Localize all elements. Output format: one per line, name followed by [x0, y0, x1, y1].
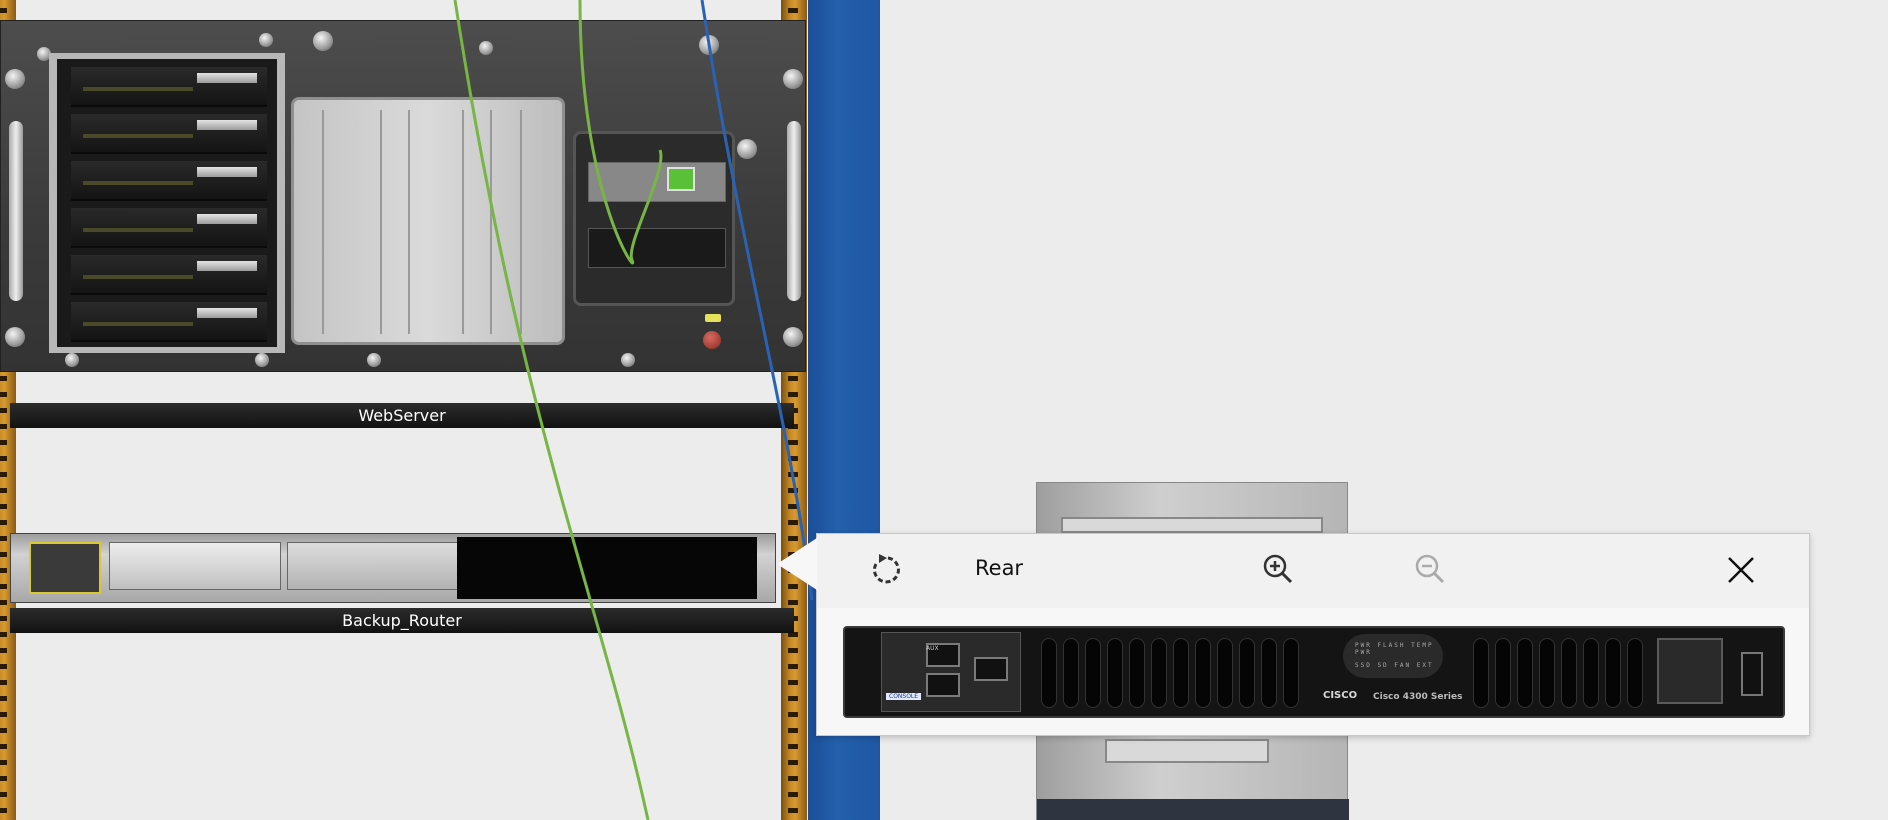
screw	[259, 33, 273, 47]
power-button[interactable]	[703, 331, 721, 349]
status-led	[705, 314, 721, 322]
close-icon[interactable]	[1721, 550, 1761, 590]
popup-pointer	[777, 538, 817, 590]
zoom-in-icon[interactable]	[1259, 550, 1299, 590]
led-labels-top: PWR FLASH TEMP PWR	[1355, 642, 1434, 656]
power-switch[interactable]	[1741, 652, 1763, 696]
screw	[313, 31, 333, 51]
chassis-handle-right	[787, 121, 801, 301]
vent-grille	[1041, 638, 1299, 708]
hard-drive[interactable]	[71, 255, 267, 295]
drive-cage	[49, 53, 285, 353]
view-label: Rear	[975, 556, 1024, 580]
power-inlet[interactable]	[1657, 638, 1723, 704]
zoom-out-icon[interactable]	[1411, 550, 1451, 590]
console-port[interactable]	[926, 673, 960, 697]
model-label: Cisco 4300 Series	[1373, 692, 1463, 702]
screw	[65, 353, 79, 367]
vent-grille	[1473, 638, 1643, 708]
ethernet-port[interactable]	[667, 167, 695, 191]
device-label-webserver: WebServer	[10, 403, 794, 428]
screw	[783, 69, 803, 89]
empty-slot	[588, 228, 726, 268]
device-base	[1037, 799, 1349, 820]
router-module-slot[interactable]	[287, 542, 459, 590]
led-labels-bottom: SSD SD FAN EXT	[1355, 662, 1434, 669]
drive-slot	[1105, 739, 1269, 763]
screw	[479, 41, 493, 55]
popup-toolbar: Rear	[817, 534, 1809, 608]
hard-drive[interactable]	[71, 302, 267, 342]
router-port-module[interactable]	[29, 542, 101, 594]
aux-label: AUX	[926, 645, 939, 652]
chassis-handle-left	[9, 121, 23, 301]
rotate-icon[interactable]	[865, 550, 905, 590]
backup-router-device[interactable]	[10, 533, 776, 603]
screw	[737, 139, 757, 159]
webserver-device[interactable]	[0, 20, 806, 372]
io-port-block: AUX CONSOLE	[881, 632, 1021, 712]
hard-drive[interactable]	[71, 114, 267, 154]
hard-drive[interactable]	[71, 67, 267, 107]
screw	[367, 353, 381, 367]
ethernet-port[interactable]	[974, 657, 1008, 681]
screw	[5, 327, 25, 347]
screw	[255, 353, 269, 367]
screw	[621, 353, 635, 367]
screw	[783, 327, 803, 347]
network-card-slot	[573, 131, 735, 306]
hard-drive[interactable]	[71, 208, 267, 248]
screw	[5, 69, 25, 89]
drive-slot	[1061, 517, 1323, 533]
console-label: CONSOLE	[886, 693, 922, 700]
status-led-panel: PWR FLASH TEMP PWR SSD SD FAN EXT	[1343, 634, 1443, 678]
hard-drive[interactable]	[71, 161, 267, 201]
router-module-slot[interactable]	[109, 542, 281, 590]
device-label-backup-router: Backup_Router	[10, 608, 794, 633]
nic-plate	[588, 162, 726, 202]
router-blank-panel	[457, 537, 757, 599]
router-rear-panel: AUX CONSOLE PWR FLASH TEMP PWR SSD SD FA…	[843, 626, 1785, 718]
brand-logo: CISCO	[1323, 690, 1358, 701]
screw	[699, 35, 719, 55]
device-view-popup: Rear AUX CONSOLE PWR FLASH TEMP PWR SSD …	[777, 533, 1810, 736]
drive-bay-panel	[291, 97, 565, 345]
